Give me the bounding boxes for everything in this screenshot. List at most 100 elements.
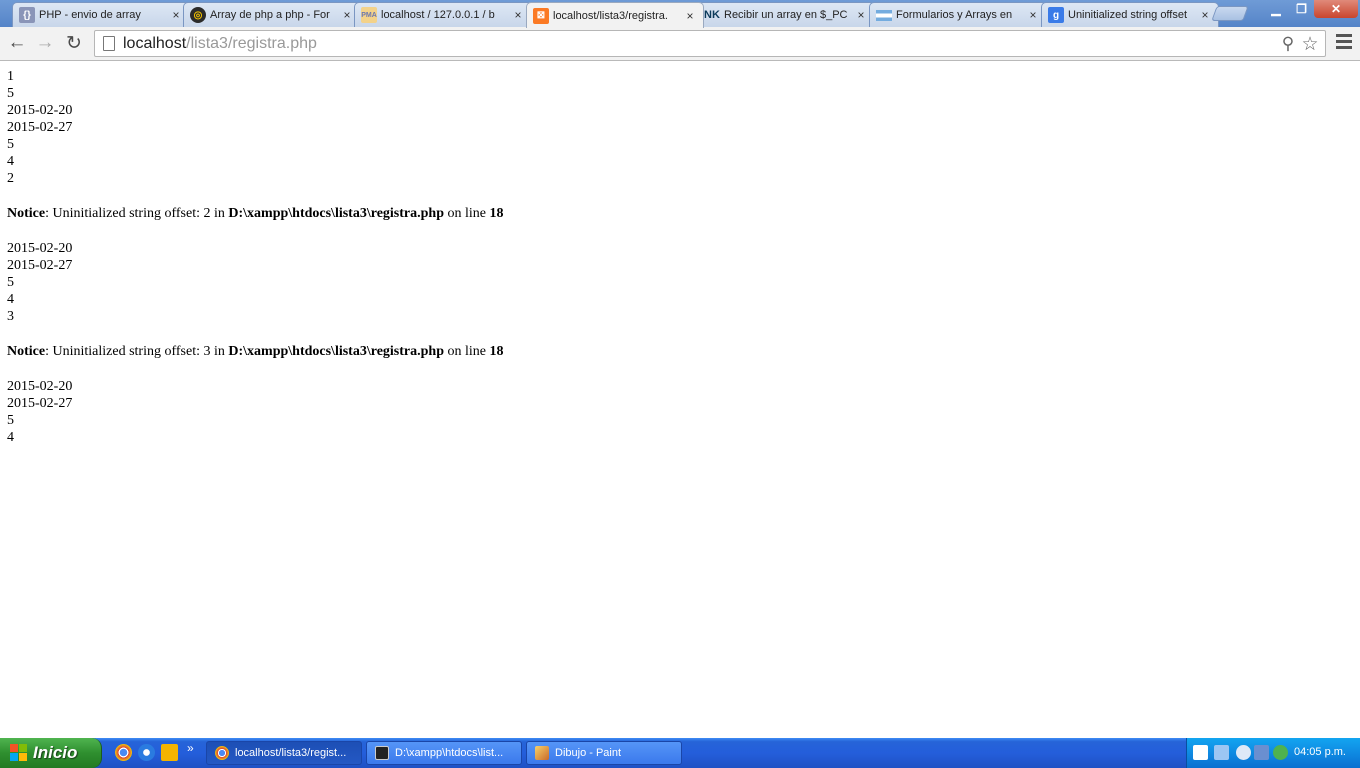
close-icon[interactable]: × [340, 8, 354, 22]
tray-expand-icon[interactable] [1236, 745, 1251, 760]
php-notice: Notice: Uninitialized string offset: 3 i… [7, 343, 1353, 360]
output-line: 2015-02-20 [7, 379, 73, 394]
notice-line: 18 [489, 206, 504, 221]
clock[interactable]: 04:05 p.m. [1294, 746, 1346, 758]
antivirus-icon[interactable] [1273, 745, 1288, 760]
output-line: 2015-02-27 [7, 120, 73, 135]
start-label: Inicio [33, 743, 78, 762]
taskbar-task-paint[interactable]: Dibujo - Paint [526, 741, 682, 765]
network-icon[interactable] [1214, 745, 1229, 760]
tab-title: Uninitialized string offset [1068, 9, 1188, 21]
console-icon [375, 746, 389, 760]
notice-text: on line [443, 344, 490, 359]
menu-bar-icon [1336, 46, 1352, 49]
star-icon[interactable]: ☆ [1301, 34, 1319, 55]
output-line: 2015-02-20 [7, 241, 73, 256]
task-label: D:\xampp\htdocs\list... [395, 747, 504, 759]
notice-text: : Uninitialized string offset: 2 in [45, 206, 229, 221]
url-path: /lista3/registra.php [186, 34, 317, 52]
paint-icon [535, 746, 549, 760]
task-label: localhost/lista3/regist... [235, 747, 347, 759]
new-tab-button[interactable] [1211, 6, 1249, 21]
output-line: 4 [7, 154, 14, 169]
notice-file: D:\xampp\htdocs\lista3\registra.php [228, 344, 444, 359]
close-icon[interactable]: × [511, 8, 525, 22]
output-line: 2015-02-20 [7, 103, 73, 118]
tab-title: localhost/lista3/registra. [553, 9, 668, 22]
internet-explorer-icon[interactable] [138, 744, 155, 761]
phpmyadmin-icon: PMA [361, 7, 377, 23]
tab-title: Formularios y Arrays en [896, 9, 1013, 21]
output-line: 1 [7, 69, 14, 84]
tab-title: Array de php a php - For [210, 9, 330, 21]
back-button[interactable]: ← [6, 32, 28, 54]
address-bar[interactable]: localhost/lista3/registra.php ⚲ ☆ [94, 30, 1326, 57]
output-line: 5 [7, 86, 14, 101]
close-window-button[interactable]: ✕ [1314, 0, 1358, 18]
system-tray: 04:05 p.m. [1186, 738, 1360, 768]
windows-taskbar: Inicio » localhost/lista3/regist... D:\x… [0, 738, 1360, 768]
chrome-menu-button[interactable] [1336, 34, 1352, 54]
close-icon[interactable]: × [1198, 8, 1212, 22]
tab-array-php[interactable]: ◎ Array de php a php - For × [183, 2, 361, 27]
close-icon[interactable]: × [169, 8, 183, 22]
windows-logo-icon [10, 744, 28, 762]
outlook-icon[interactable] [161, 744, 178, 761]
url-text[interactable]: localhost/lista3/registra.php [123, 35, 317, 53]
browser-toolbar: ← → ↻ localhost/lista3/registra.php ⚲ ☆ [0, 27, 1360, 61]
page-content: 1 5 2015-02-20 2015-02-27 5 4 2 Notice: … [0, 62, 1360, 738]
tab-registra-active[interactable]: ⊠ localhost/lista3/registra. × [526, 2, 704, 28]
tab-title: PHP - envio de array [39, 9, 141, 21]
google-icon: g [1048, 7, 1064, 23]
tab-strip: {} PHP - envio de array × ◎ Array de php… [0, 0, 1360, 28]
menu-bar-icon [1336, 34, 1352, 37]
forward-button[interactable]: → [34, 32, 56, 54]
quick-launch-more[interactable]: » [187, 741, 194, 755]
notice-text: : Uninitialized string offset: 3 in [45, 344, 229, 359]
display-icon[interactable] [1254, 745, 1269, 760]
close-icon[interactable]: × [854, 8, 868, 22]
output-line: 5 [7, 413, 14, 428]
notice-label: Notice [7, 206, 46, 221]
output-line: 2 [7, 171, 14, 186]
menu-bar-icon [1336, 40, 1352, 43]
start-button[interactable]: Inicio [0, 738, 102, 768]
tab-phpmyadmin[interactable]: PMA localhost / 127.0.0.1 / b × [354, 2, 532, 27]
argentina-flag-icon [876, 9, 892, 21]
close-icon[interactable]: × [683, 9, 697, 23]
forum-icon: ◎ [190, 7, 206, 23]
output-line: 2015-02-27 [7, 258, 73, 273]
tab-uninitialized[interactable]: g Uninitialized string offset × [1041, 2, 1219, 27]
reload-button[interactable]: ↻ [63, 32, 85, 54]
taskbar-task-chrome[interactable]: localhost/lista3/regist... [206, 741, 362, 765]
restore-button[interactable]: ❐ [1289, 0, 1314, 18]
url-host: localhost [123, 34, 187, 52]
help-icon[interactable] [1193, 745, 1208, 760]
chrome-icon[interactable] [115, 744, 132, 761]
tab-recibir-array[interactable]: NK Recibir un array en $_PC × [697, 2, 875, 27]
output-line: 3 [7, 309, 14, 324]
notice-label: Notice [7, 344, 46, 359]
notice-file: D:\xampp\htdocs\lista3\registra.php [228, 206, 444, 221]
task-label: Dibujo - Paint [555, 747, 622, 759]
tab-title: Recibir un array en $_PC [724, 9, 848, 21]
php-notice: Notice: Uninitialized string offset: 2 i… [7, 205, 1353, 222]
output-line: 2015-02-27 [7, 396, 73, 411]
notice-text: on line [443, 206, 490, 221]
close-icon[interactable]: × [1026, 8, 1040, 22]
tab-php-envio[interactable]: {} PHP - envio de array × [12, 2, 190, 27]
tab-formularios[interactable]: Formularios y Arrays en × [869, 2, 1047, 27]
output-line: 4 [7, 292, 14, 307]
page-icon [103, 36, 115, 51]
tab-title: localhost / 127.0.0.1 / b [381, 9, 495, 21]
xampp-icon: ⊠ [533, 7, 549, 24]
output-line: 5 [7, 275, 14, 290]
nk-icon: NK [704, 9, 720, 21]
minimize-button[interactable]: ▁ [1263, 0, 1289, 18]
notice-line: 18 [489, 344, 504, 359]
search-icon[interactable]: ⚲ [1279, 34, 1297, 53]
taskbar-task-console[interactable]: D:\xampp\htdocs\list... [366, 741, 522, 765]
php-forum-icon: {} [19, 7, 35, 23]
output-line: 4 [7, 430, 14, 445]
chrome-icon [215, 746, 229, 760]
